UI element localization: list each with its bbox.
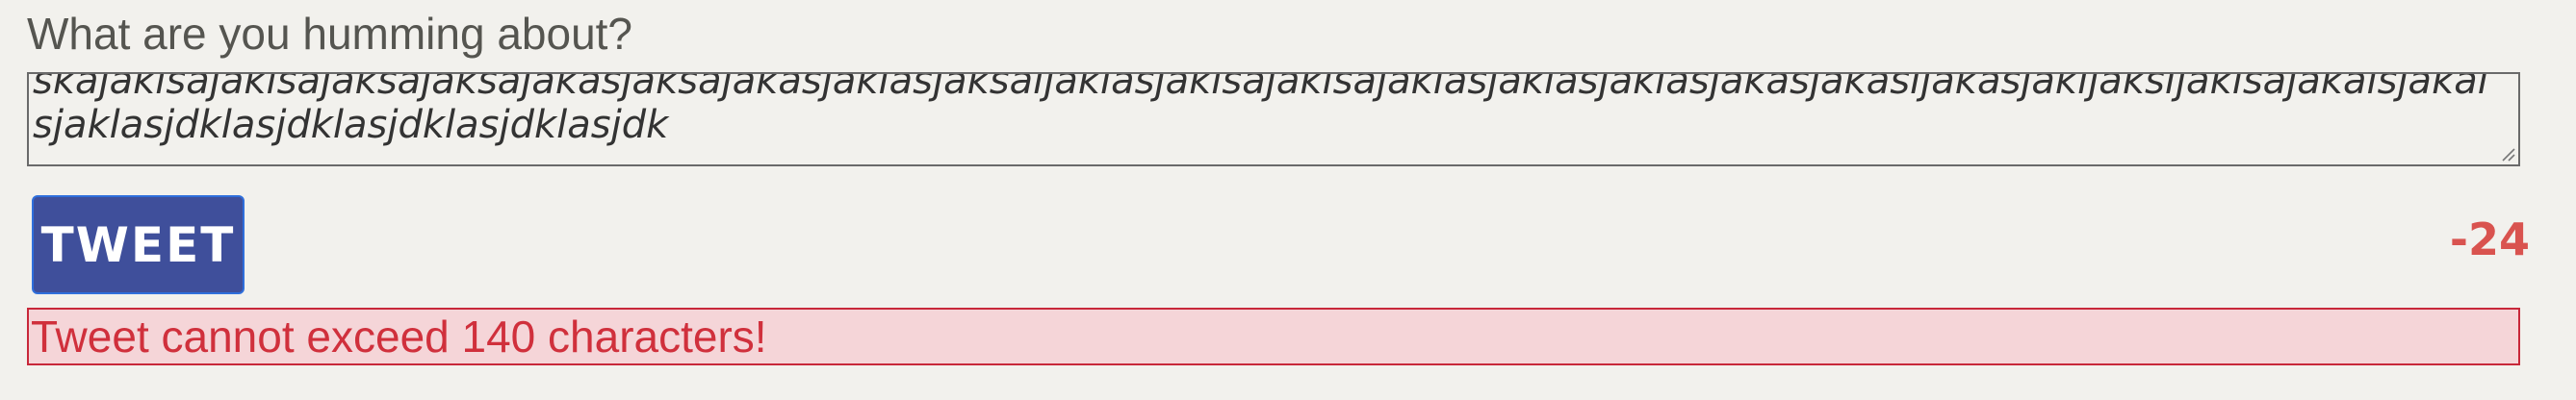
composer-prompt: What are you humming about? [27, 9, 633, 59]
character-counter: -24 [2449, 213, 2530, 265]
resize-grip-icon[interactable] [2499, 145, 2516, 162]
tweet-button[interactable]: TWEET [32, 195, 245, 294]
tweet-textarea[interactable]: skajaklsajaklsajaksajaksajakasjaksajakas… [27, 72, 2520, 166]
tweet-composer: What are you humming about? skajaklsajak… [0, 0, 2576, 400]
error-alert: Tweet cannot exceed 140 characters! [27, 308, 2520, 365]
tweet-textarea-value[interactable]: skajaklsajaklsajaksajaksajakasjaksajakas… [33, 74, 2497, 147]
error-message: Tweet cannot exceed 140 characters! [31, 312, 767, 362]
